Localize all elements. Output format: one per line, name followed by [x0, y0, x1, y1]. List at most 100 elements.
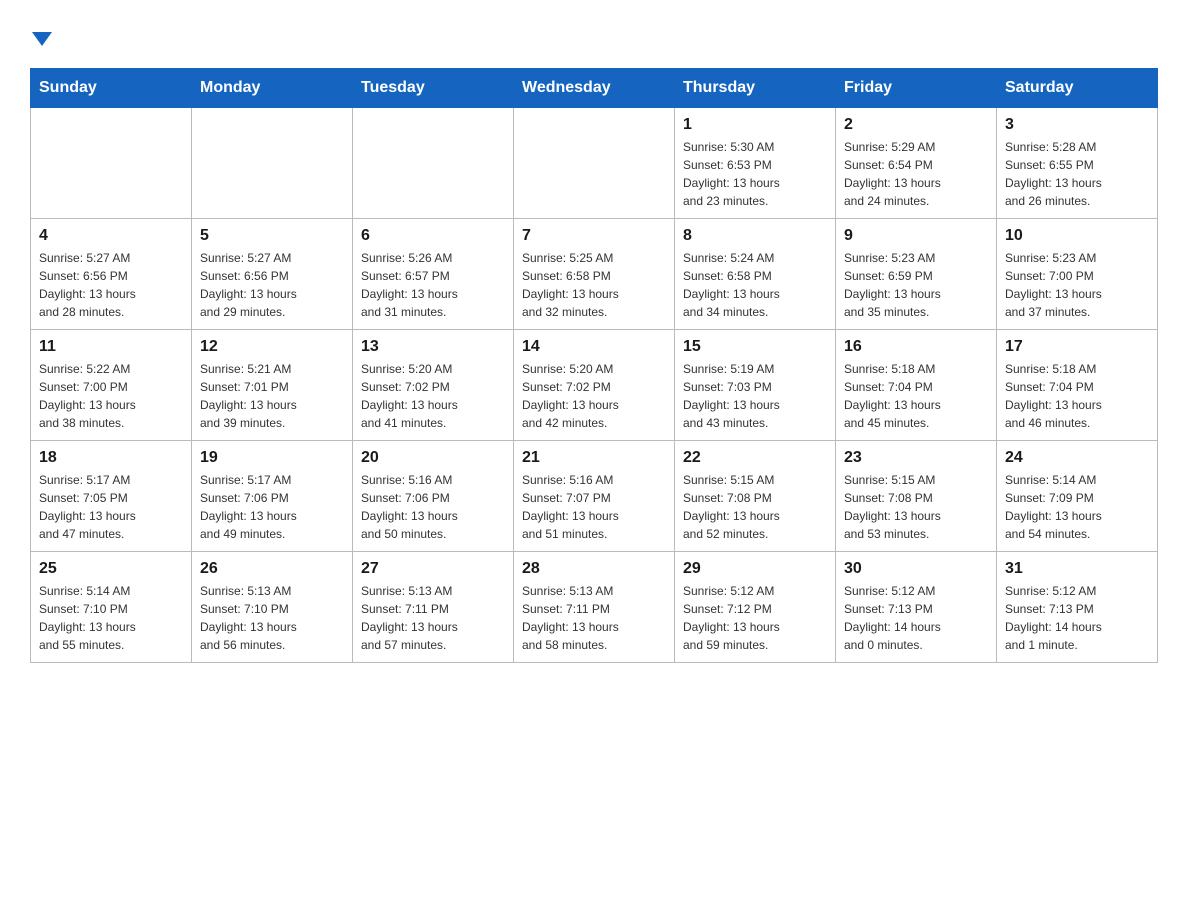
week-row-4: 18 Sunrise: 5:17 AM Sunset: 7:05 PM Dayli… — [31, 441, 1158, 552]
weekday-header-wednesday: Wednesday — [514, 69, 675, 108]
calendar-cell-4-2: 19 Sunrise: 5:17 AM Sunset: 7:06 PM Dayli… — [192, 441, 353, 552]
day-number: 27 — [361, 560, 505, 578]
day-number: 18 — [39, 449, 183, 467]
weekday-header-saturday: Saturday — [997, 69, 1158, 108]
calendar-cell-4-1: 18 Sunrise: 5:17 AM Sunset: 7:05 PM Dayli… — [31, 441, 192, 552]
day-number: 3 — [1005, 116, 1149, 134]
day-number: 22 — [683, 449, 827, 467]
day-number: 8 — [683, 227, 827, 245]
day-number: 1 — [683, 116, 827, 134]
day-info: Sunrise: 5:19 AM Sunset: 7:03 PM Dayligh… — [683, 360, 827, 432]
day-number: 6 — [361, 227, 505, 245]
weekday-header-sunday: Sunday — [31, 69, 192, 108]
day-number: 15 — [683, 338, 827, 356]
day-number: 23 — [844, 449, 988, 467]
calendar-cell-1-1 — [31, 108, 192, 219]
day-info: Sunrise: 5:12 AM Sunset: 7:12 PM Dayligh… — [683, 582, 827, 654]
day-number: 11 — [39, 338, 183, 356]
calendar-cell-1-5: 1 Sunrise: 5:30 AM Sunset: 6:53 PM Daylig… — [675, 108, 836, 219]
logo — [30, 20, 52, 48]
week-row-3: 11 Sunrise: 5:22 AM Sunset: 7:00 PM Dayli… — [31, 330, 1158, 441]
calendar-cell-2-3: 6 Sunrise: 5:26 AM Sunset: 6:57 PM Daylig… — [353, 219, 514, 330]
day-info: Sunrise: 5:18 AM Sunset: 7:04 PM Dayligh… — [1005, 360, 1149, 432]
day-info: Sunrise: 5:30 AM Sunset: 6:53 PM Dayligh… — [683, 138, 827, 210]
day-info: Sunrise: 5:29 AM Sunset: 6:54 PM Dayligh… — [844, 138, 988, 210]
calendar-cell-4-3: 20 Sunrise: 5:16 AM Sunset: 7:06 PM Dayli… — [353, 441, 514, 552]
calendar-cell-5-4: 28Sunrise: 5:13 AM Sunset: 7:11 PM Dayli… — [514, 552, 675, 663]
day-info: Sunrise: 5:12 AM Sunset: 7:13 PM Dayligh… — [1005, 582, 1149, 654]
calendar-cell-3-2: 12 Sunrise: 5:21 AM Sunset: 7:01 PM Dayli… — [192, 330, 353, 441]
calendar-cell-3-4: 14 Sunrise: 5:20 AM Sunset: 7:02 PM Dayli… — [514, 330, 675, 441]
day-info: Sunrise: 5:23 AM Sunset: 7:00 PM Dayligh… — [1005, 249, 1149, 321]
calendar-cell-2-1: 4 Sunrise: 5:27 AM Sunset: 6:56 PM Daylig… — [31, 219, 192, 330]
day-number: 7 — [522, 227, 666, 245]
calendar-cell-5-1: 25 Sunrise: 5:14 AM Sunset: 7:10 PM Dayli… — [31, 552, 192, 663]
day-number: 2 — [844, 116, 988, 134]
calendar-cell-5-3: 27 Sunrise: 5:13 AM Sunset: 7:11 PM Dayli… — [353, 552, 514, 663]
day-number: 26 — [200, 560, 344, 578]
calendar-cell-2-4: 7Sunrise: 5:25 AM Sunset: 6:58 PM Daylig… — [514, 219, 675, 330]
calendar-cell-4-4: 21Sunrise: 5:16 AM Sunset: 7:07 PM Dayli… — [514, 441, 675, 552]
day-number: 29 — [683, 560, 827, 578]
day-number: 16 — [844, 338, 988, 356]
day-number: 25 — [39, 560, 183, 578]
calendar-cell-3-5: 15 Sunrise: 5:19 AM Sunset: 7:03 PM Dayli… — [675, 330, 836, 441]
day-info: Sunrise: 5:14 AM Sunset: 7:10 PM Dayligh… — [39, 582, 183, 654]
calendar-cell-2-5: 8 Sunrise: 5:24 AM Sunset: 6:58 PM Daylig… — [675, 219, 836, 330]
day-number: 12 — [200, 338, 344, 356]
day-info: Sunrise: 5:16 AM Sunset: 7:06 PM Dayligh… — [361, 471, 505, 543]
day-info: Sunrise: 5:22 AM Sunset: 7:00 PM Dayligh… — [39, 360, 183, 432]
day-number: 20 — [361, 449, 505, 467]
day-info: Sunrise: 5:26 AM Sunset: 6:57 PM Dayligh… — [361, 249, 505, 321]
day-number: 21 — [522, 449, 666, 467]
calendar-cell-4-5: 22 Sunrise: 5:15 AM Sunset: 7:08 PM Dayli… — [675, 441, 836, 552]
week-row-1: 1 Sunrise: 5:30 AM Sunset: 6:53 PM Daylig… — [31, 108, 1158, 219]
calendar-cell-2-2: 5 Sunrise: 5:27 AM Sunset: 6:56 PM Daylig… — [192, 219, 353, 330]
calendar-cell-1-7: 3 Sunrise: 5:28 AM Sunset: 6:55 PM Daylig… — [997, 108, 1158, 219]
weekday-header-row: SundayMondayTuesdayWednesdayThursdayFrid… — [31, 69, 1158, 108]
day-number: 13 — [361, 338, 505, 356]
page-header — [30, 20, 1158, 48]
calendar-cell-3-7: 17Sunrise: 5:18 AM Sunset: 7:04 PM Dayli… — [997, 330, 1158, 441]
day-info: Sunrise: 5:20 AM Sunset: 7:02 PM Dayligh… — [522, 360, 666, 432]
calendar-cell-3-3: 13 Sunrise: 5:20 AM Sunset: 7:02 PM Dayli… — [353, 330, 514, 441]
weekday-header-friday: Friday — [836, 69, 997, 108]
day-info: Sunrise: 5:27 AM Sunset: 6:56 PM Dayligh… — [39, 249, 183, 321]
day-info: Sunrise: 5:20 AM Sunset: 7:02 PM Dayligh… — [361, 360, 505, 432]
day-info: Sunrise: 5:27 AM Sunset: 6:56 PM Dayligh… — [200, 249, 344, 321]
day-number: 5 — [200, 227, 344, 245]
day-info: Sunrise: 5:28 AM Sunset: 6:55 PM Dayligh… — [1005, 138, 1149, 210]
day-number: 4 — [39, 227, 183, 245]
day-number: 10 — [1005, 227, 1149, 245]
day-info: Sunrise: 5:17 AM Sunset: 7:06 PM Dayligh… — [200, 471, 344, 543]
day-number: 19 — [200, 449, 344, 467]
day-info: Sunrise: 5:24 AM Sunset: 6:58 PM Dayligh… — [683, 249, 827, 321]
calendar-cell-1-3 — [353, 108, 514, 219]
calendar-cell-1-2 — [192, 108, 353, 219]
calendar-table: SundayMondayTuesdayWednesdayThursdayFrid… — [30, 68, 1158, 663]
day-info: Sunrise: 5:17 AM Sunset: 7:05 PM Dayligh… — [39, 471, 183, 543]
day-number: 14 — [522, 338, 666, 356]
calendar-cell-2-6: 9Sunrise: 5:23 AM Sunset: 6:59 PM Daylig… — [836, 219, 997, 330]
weekday-header-monday: Monday — [192, 69, 353, 108]
calendar-cell-3-6: 16 Sunrise: 5:18 AM Sunset: 7:04 PM Dayli… — [836, 330, 997, 441]
calendar-cell-5-2: 26Sunrise: 5:13 AM Sunset: 7:10 PM Dayli… — [192, 552, 353, 663]
day-info: Sunrise: 5:13 AM Sunset: 7:11 PM Dayligh… — [361, 582, 505, 654]
day-info: Sunrise: 5:21 AM Sunset: 7:01 PM Dayligh… — [200, 360, 344, 432]
day-number: 28 — [522, 560, 666, 578]
logo-triangle-icon — [32, 32, 52, 46]
week-row-5: 25 Sunrise: 5:14 AM Sunset: 7:10 PM Dayli… — [31, 552, 1158, 663]
day-info: Sunrise: 5:18 AM Sunset: 7:04 PM Dayligh… — [844, 360, 988, 432]
day-info: Sunrise: 5:15 AM Sunset: 7:08 PM Dayligh… — [844, 471, 988, 543]
day-number: 24 — [1005, 449, 1149, 467]
calendar-cell-1-6: 2 Sunrise: 5:29 AM Sunset: 6:54 PM Daylig… — [836, 108, 997, 219]
calendar-cell-2-7: 10 Sunrise: 5:23 AM Sunset: 7:00 PM Dayli… — [997, 219, 1158, 330]
logo-general-row — [30, 20, 52, 48]
calendar-cell-4-7: 24 Sunrise: 5:14 AM Sunset: 7:09 PM Dayli… — [997, 441, 1158, 552]
day-number: 30 — [844, 560, 988, 578]
calendar-cell-1-4 — [514, 108, 675, 219]
weekday-header-thursday: Thursday — [675, 69, 836, 108]
day-info: Sunrise: 5:15 AM Sunset: 7:08 PM Dayligh… — [683, 471, 827, 543]
day-info: Sunrise: 5:14 AM Sunset: 7:09 PM Dayligh… — [1005, 471, 1149, 543]
calendar-cell-5-5: 29 Sunrise: 5:12 AM Sunset: 7:12 PM Dayli… — [675, 552, 836, 663]
